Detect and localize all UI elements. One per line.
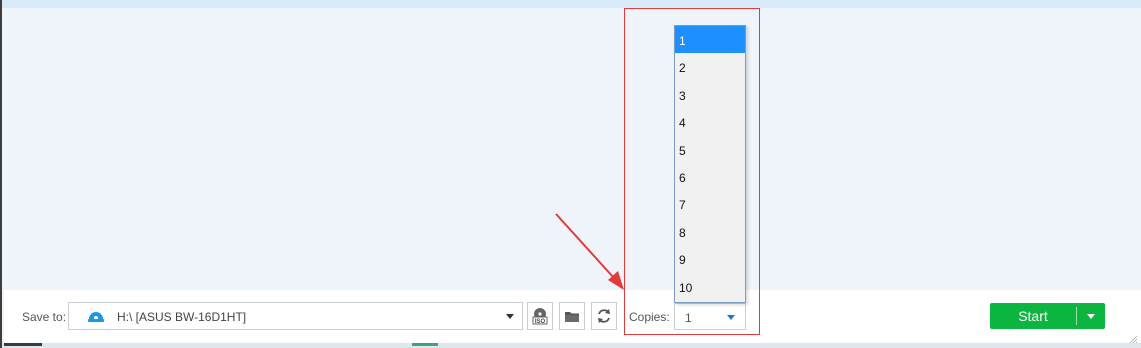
top-strip xyxy=(2,0,1141,8)
app-window xyxy=(0,0,1141,348)
disc-drive-icon xyxy=(88,312,104,322)
browse-folder-button[interactable] xyxy=(559,302,585,330)
taskbar-edge xyxy=(2,343,1141,348)
drive-name: H:\ [ASUS BW-16D1HT] xyxy=(117,310,247,324)
iso-icon: ISO xyxy=(532,308,548,325)
iso-icon-text: ISO xyxy=(535,319,546,325)
start-label: Start xyxy=(1018,308,1048,324)
taskbar-segment xyxy=(412,343,438,346)
refresh-button[interactable] xyxy=(591,302,617,330)
start-button[interactable]: Start xyxy=(990,303,1105,329)
save-to-label: Save to: xyxy=(22,310,67,324)
taskbar-segment xyxy=(4,343,42,346)
start-options-button[interactable] xyxy=(1077,303,1105,329)
arrow-icon xyxy=(555,213,624,290)
chevron-down-icon[interactable] xyxy=(506,314,514,319)
chevron-down-icon xyxy=(1087,313,1095,319)
resize-grip-icon[interactable] xyxy=(1128,334,1138,344)
folder-icon xyxy=(565,311,579,322)
iso-button[interactable]: ISO xyxy=(527,302,553,330)
drive-select[interactable]: H:\ [ASUS BW-16D1HT] xyxy=(68,302,523,330)
highlight-box xyxy=(624,8,760,335)
refresh-icon xyxy=(598,309,610,323)
